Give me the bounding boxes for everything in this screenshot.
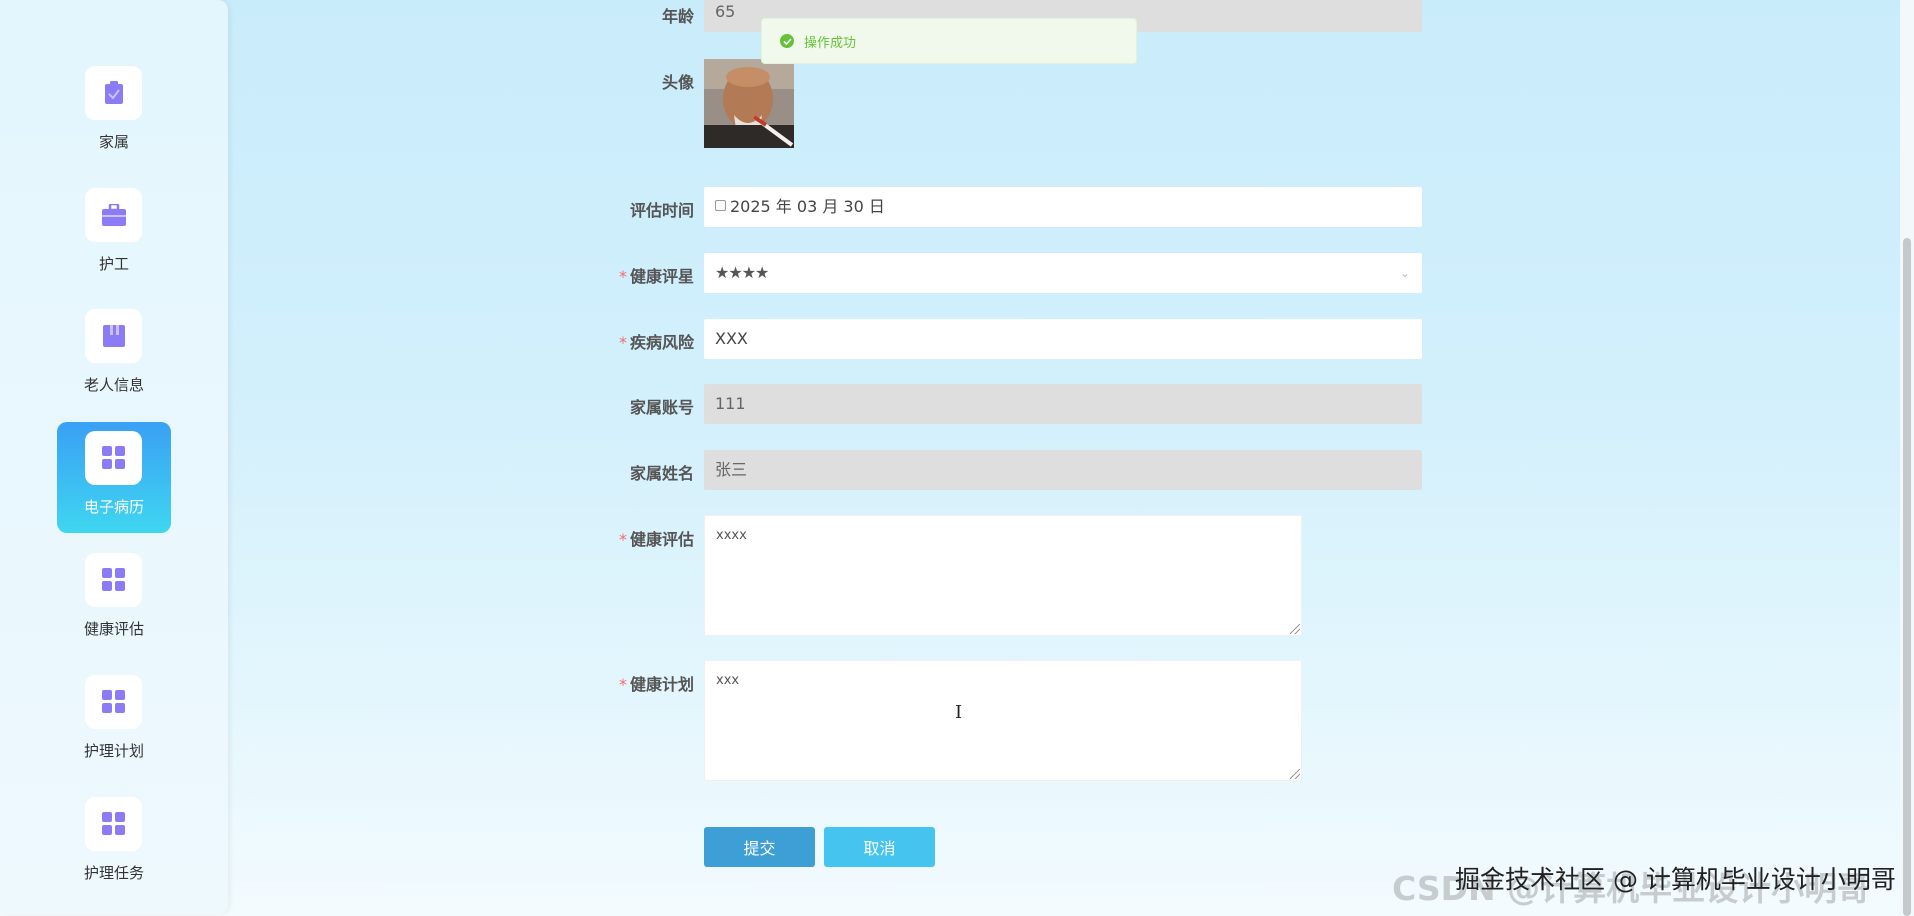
- family-account-field: 111: [704, 384, 1422, 424]
- scrollbar[interactable]: [1900, 0, 1914, 916]
- age-label: 年龄: [661, 7, 694, 26]
- eval-time-value: 2025 年 03 月 30 日: [730, 197, 885, 216]
- cancel-button[interactable]: 取消: [824, 827, 935, 867]
- required-asterisk: *: [618, 267, 627, 286]
- sidebar-item-label: 电子病历: [83, 498, 144, 516]
- disease-risk-input[interactable]: XXX: [704, 319, 1422, 359]
- text-cursor-icon: I: [955, 702, 963, 723]
- family-name-value: 张三: [715, 460, 748, 479]
- success-toast: 操作成功: [761, 18, 1137, 64]
- sidebar-item-care-task[interactable]: 护理任务: [57, 788, 171, 899]
- sidebar-item-caregiver[interactable]: 护工: [57, 179, 171, 290]
- sidebar-item-emr[interactable]: 电子病历: [57, 422, 171, 533]
- resize-handle[interactable]: [1290, 624, 1300, 634]
- health-plan-label: * 健康计划: [534, 671, 694, 695]
- sidebar-item-label: 家属: [98, 133, 129, 151]
- grid-icon: [85, 431, 142, 485]
- resize-handle[interactable]: [1290, 769, 1300, 779]
- calendar-checkbox-icon[interactable]: [715, 200, 726, 211]
- health-stars-select[interactable]: ★★★★ ⌄: [704, 253, 1422, 293]
- disease-risk-label: * 疾病风险: [534, 329, 694, 353]
- sidebar-item-label: 老人信息: [83, 376, 144, 394]
- scrollbar-thumb[interactable]: [1903, 238, 1911, 916]
- chevron-down-icon: ⌄: [1399, 266, 1410, 280]
- required-asterisk: *: [618, 530, 627, 549]
- grid-icon: [85, 553, 142, 607]
- watermark: CSDN @计算机毕业设计小明哥 掘金技术社区 @ 计算机毕业设计小明哥: [1392, 862, 1896, 910]
- sidebar: 家属 护工 老人信息 电子病历 健康评估 护理计划 护理任务: [0, 0, 228, 914]
- health-stars-value: ★★★★: [715, 263, 769, 282]
- family-name-field: 张三: [704, 450, 1422, 490]
- clipboard-check-icon: [85, 66, 142, 120]
- sidebar-item-label: 护理任务: [83, 864, 144, 882]
- avatar-label: 头像: [661, 73, 694, 92]
- sidebar-item-care-plan[interactable]: 护理计划: [57, 666, 171, 777]
- submit-button[interactable]: 提交: [704, 827, 815, 867]
- check-circle-icon: [780, 34, 794, 48]
- health-eval-label-text: 健康评估: [629, 530, 694, 549]
- book-icon: [85, 309, 142, 363]
- eval-time-field[interactable]: 2025 年 03 月 30 日: [704, 187, 1422, 227]
- health-stars-label: * 健康评星: [534, 263, 694, 287]
- health-plan-value: xxx: [716, 673, 740, 688]
- required-asterisk: *: [618, 333, 627, 352]
- sidebar-item-family[interactable]: 家属: [57, 57, 171, 168]
- avatar-image[interactable]: [704, 59, 794, 148]
- health-eval-textarea[interactable]: xxxx: [704, 515, 1302, 636]
- family-account-label: 家属账号: [629, 398, 694, 417]
- watermark-front: 掘金技术社区 @ 计算机毕业设计小明哥: [1455, 865, 1896, 894]
- sidebar-item-label: 健康评估: [83, 620, 144, 638]
- sidebar-item-label: 护理计划: [83, 742, 144, 760]
- age-value: 65: [715, 2, 736, 21]
- disease-risk-label-text: 疾病风险: [629, 333, 694, 352]
- disease-risk-value: XXX: [715, 329, 748, 348]
- sidebar-item-elder-info[interactable]: 老人信息: [57, 300, 171, 411]
- health-eval-value: xxxx: [716, 528, 747, 543]
- health-eval-label: * 健康评估: [534, 526, 694, 550]
- required-asterisk: *: [618, 675, 627, 694]
- toast-message: 操作成功: [804, 35, 857, 51]
- health-plan-textarea[interactable]: xxx: [704, 660, 1302, 781]
- family-account-value: 111: [715, 394, 746, 413]
- grid-icon: [85, 797, 142, 851]
- family-name-label: 家属姓名: [629, 464, 694, 483]
- health-plan-label-text: 健康计划: [629, 675, 694, 694]
- health-stars-label-text: 健康评星: [629, 267, 694, 286]
- eval-time-label: 评估时间: [629, 201, 694, 220]
- briefcase-icon: [85, 188, 142, 242]
- sidebar-item-label: 护工: [98, 255, 129, 273]
- grid-icon: [85, 675, 142, 729]
- sidebar-item-health-eval[interactable]: 健康评估: [57, 544, 171, 655]
